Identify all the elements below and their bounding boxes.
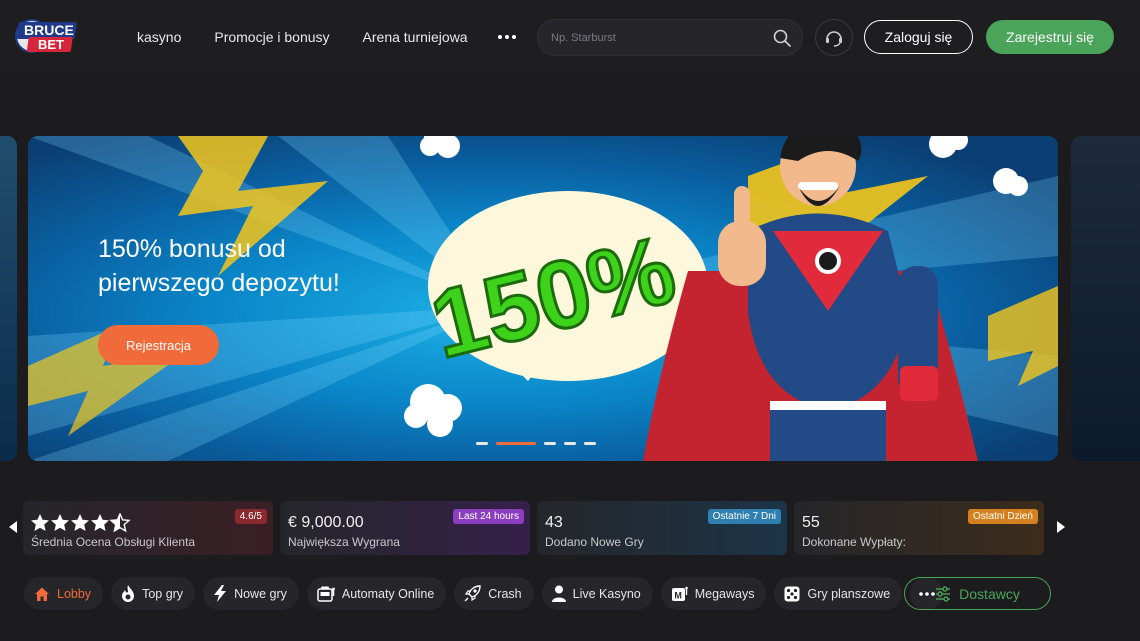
category-board-games[interactable]: Gry planszowe <box>774 577 903 610</box>
category-top-games[interactable]: Top gry <box>111 577 196 610</box>
search-box <box>537 19 803 56</box>
rating-stars <box>31 513 265 533</box>
providers-label: Dostawcy <box>959 585 1020 602</box>
lightning-icon <box>214 585 227 602</box>
carousel-prev-slide-peek[interactable] <box>0 136 17 461</box>
providers-button[interactable]: Dostawcy <box>904 577 1051 610</box>
category-live-casino[interactable]: Live Kasyno <box>541 577 653 610</box>
stat-badge: Last 24 hours <box>453 509 524 524</box>
superhero-illustration <box>643 136 978 461</box>
slot-machine-icon <box>317 586 335 602</box>
category-bar: Lobby Top gry Nowe gry Automaty Online C… <box>24 577 944 610</box>
category-label: Top gry <box>142 586 184 601</box>
support-button[interactable] <box>815 19 853 56</box>
star-rating-icon <box>31 513 130 532</box>
more-dots-icon <box>498 35 516 39</box>
stat-card-new-games: 43 Dodano Nowe Gry Ostatnie 7 Dni <box>537 501 787 555</box>
more-nav-button[interactable] <box>494 26 520 48</box>
sliders-icon <box>936 585 951 602</box>
flame-icon <box>122 585 135 602</box>
category-label: Crash <box>488 586 522 601</box>
chevron-right-icon <box>1057 521 1065 533</box>
carousel-dots <box>476 442 596 445</box>
category-label: Nowe gry <box>234 586 287 601</box>
stat-card-payouts: 55 Dokonane Wypłaty: Ostatni Dzień <box>794 501 1044 555</box>
category-label: Automaty Online <box>341 586 435 601</box>
svg-text:M: M <box>674 591 682 601</box>
stats-next-arrow[interactable] <box>1055 518 1067 536</box>
headset-icon <box>826 30 842 47</box>
category-label: Live Kasyno <box>572 586 641 601</box>
category-megaways[interactable]: M Megaways <box>660 577 767 610</box>
stat-card-rating: Średnia Ocena Obsługi Klienta 4.6/5 <box>23 501 273 555</box>
home-icon <box>35 587 49 601</box>
main-nav: kasyno Promocje i bonusy Arena turniejow… <box>137 0 468 74</box>
logo-text-top: BRUCE <box>24 22 74 38</box>
dice-icon <box>784 586 800 601</box>
nav-item-tournament-arena[interactable]: Arena turniejowa <box>363 29 468 45</box>
header: BRUCE BET kasyno Promocje i bonusy Arena… <box>0 0 1140 74</box>
stat-badge: 4.6/5 <box>234 509 267 524</box>
carousel-dot[interactable] <box>564 442 576 445</box>
category-label: Gry planszowe <box>807 586 891 601</box>
category-label: Lobby <box>57 586 92 601</box>
person-icon <box>551 585 566 602</box>
carousel-dot[interactable] <box>476 442 488 445</box>
carousel-dot[interactable] <box>544 442 556 445</box>
register-button[interactable]: Zarejestruj się <box>986 20 1114 54</box>
hero-title: 150% bonusu od pierwszego depozytu! <box>98 235 340 297</box>
carousel-next-slide-peek[interactable] <box>1071 136 1140 461</box>
nav-item-kasyno[interactable]: kasyno <box>137 29 181 45</box>
slot-m-icon: M <box>671 586 688 601</box>
stat-label: Dodano Nowe Gry <box>545 535 644 549</box>
login-button[interactable]: Zaloguj się <box>864 20 973 54</box>
search-icon[interactable] <box>772 28 792 48</box>
logo-text-bottom: BET <box>38 37 64 52</box>
stat-badge: Ostatni Dzień <box>967 509 1038 524</box>
category-online-slots[interactable]: Automaty Online <box>306 577 447 610</box>
stat-label: Średnia Ocena Obsługi Klienta <box>31 535 196 549</box>
nav-item-promotions[interactable]: Promocje i bonusy <box>214 29 329 45</box>
category-new-games[interactable]: Nowe gry <box>203 577 299 610</box>
hero-banner: 150% 150% bonusu od pierwszego depozytu!… <box>28 136 1058 461</box>
category-label: Megaways <box>694 586 755 601</box>
stats-prev-arrow[interactable] <box>7 518 19 536</box>
chevron-left-icon <box>9 521 17 533</box>
hero-register-button[interactable]: Rejestracja <box>98 325 219 365</box>
stat-badge: Ostatnie 7 Dni <box>707 509 781 524</box>
stat-card-biggest-win: € 9,000.00 Największa Wygrana Last 24 ho… <box>280 501 530 555</box>
search-input[interactable] <box>538 31 758 44</box>
stat-label: Dokonane Wypłaty: <box>802 535 906 549</box>
category-crash[interactable]: Crash <box>454 577 534 610</box>
carousel-dot[interactable] <box>584 442 596 445</box>
logo[interactable]: BRUCE BET <box>14 14 84 60</box>
rocket-icon <box>464 585 481 602</box>
carousel-dot-active[interactable] <box>496 442 536 445</box>
logo-icon: BRUCE BET <box>15 19 77 53</box>
stat-label: Największa Wygrana <box>288 535 400 549</box>
category-lobby[interactable]: Lobby <box>24 577 104 610</box>
